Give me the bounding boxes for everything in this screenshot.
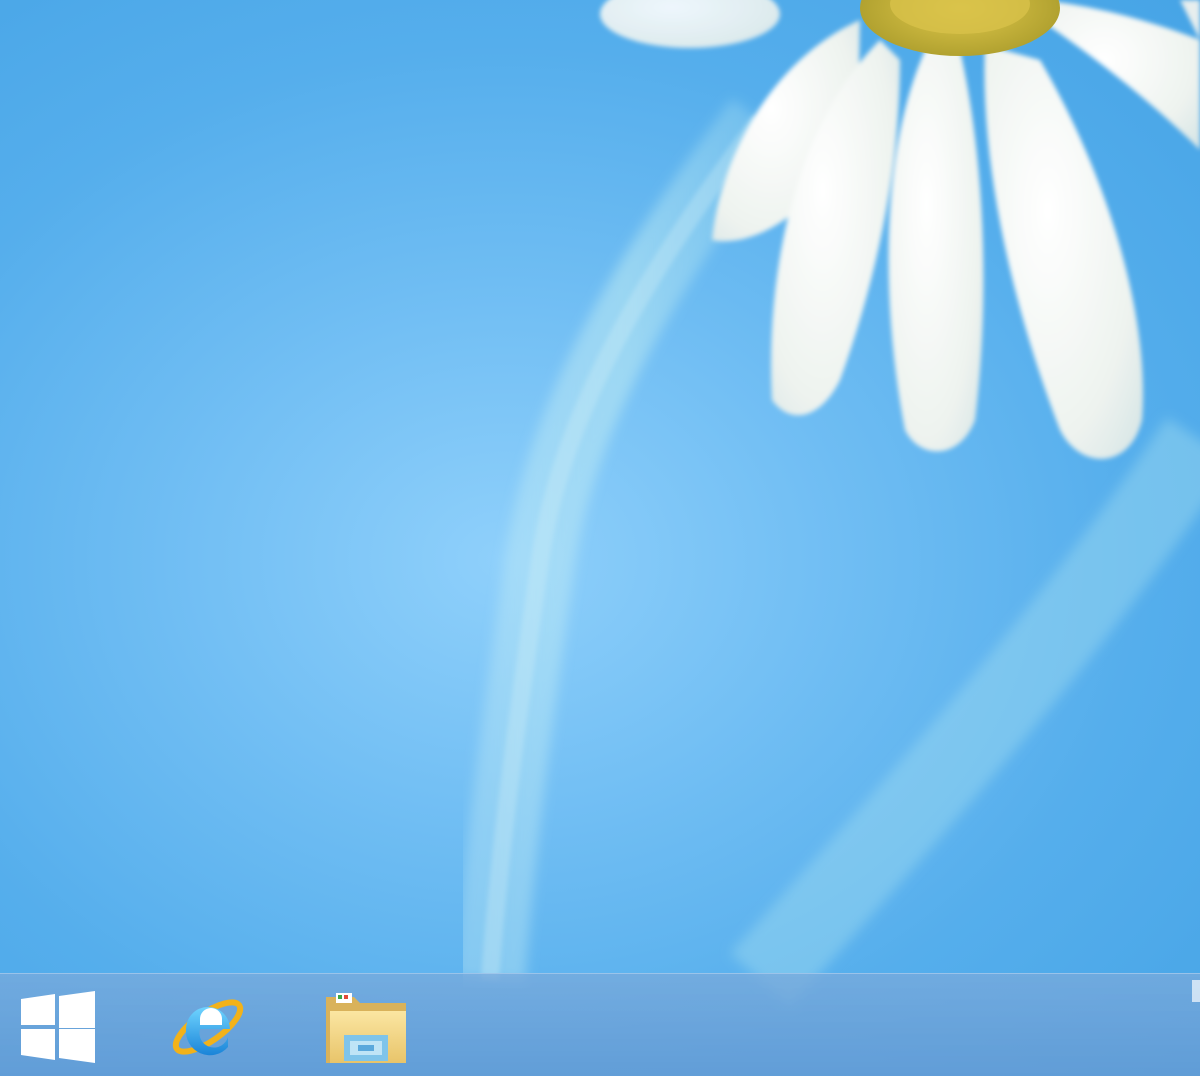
daisy-flower	[712, 0, 1200, 459]
taskbar	[0, 973, 1200, 1076]
tray-edge[interactable]	[1192, 980, 1200, 1002]
internet-explorer-icon	[172, 999, 244, 1056]
start-button[interactable]	[6, 982, 110, 1072]
windows-logo-icon	[21, 991, 95, 1063]
internet-explorer-button[interactable]	[156, 982, 260, 1072]
stem	[455, 99, 789, 983]
stem-secondary	[730, 417, 1200, 1007]
folder-icon	[326, 993, 406, 1063]
wallpaper	[455, 0, 1200, 1007]
desktop[interactable]	[0, 0, 1200, 1076]
file-explorer-button[interactable]	[314, 982, 418, 1072]
